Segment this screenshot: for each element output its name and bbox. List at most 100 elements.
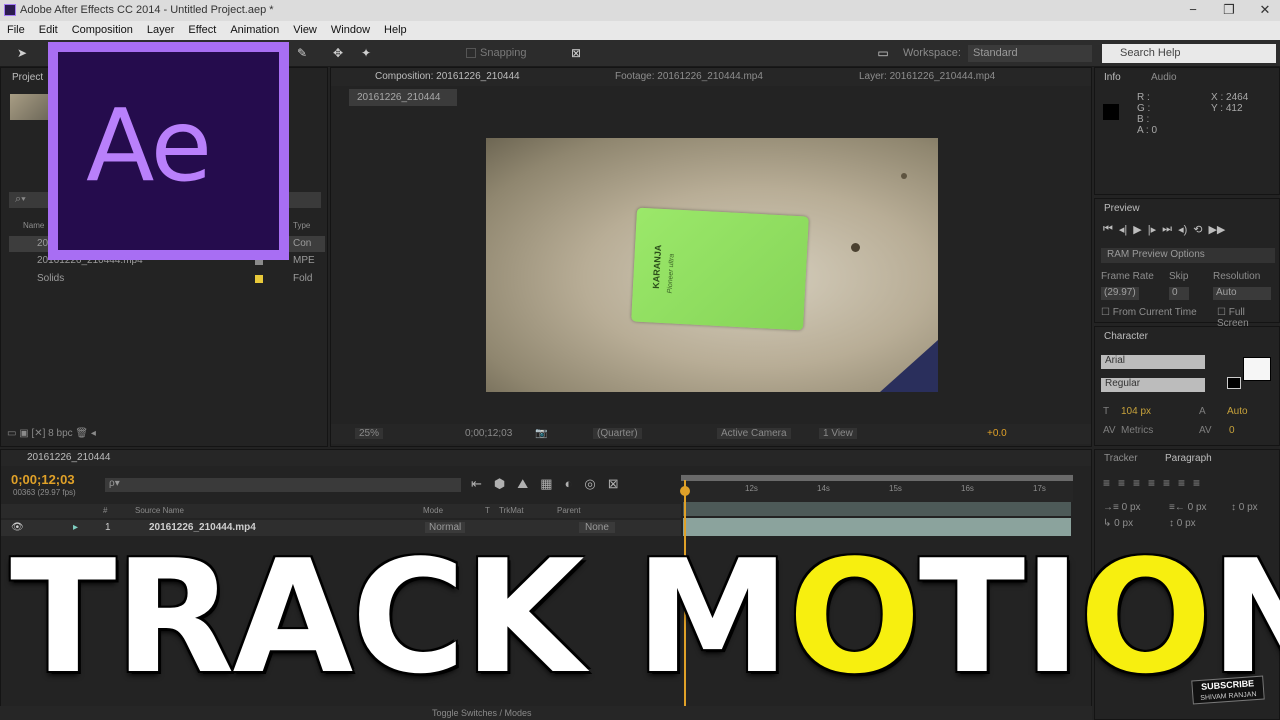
ruler-tick: 15s <box>889 484 902 493</box>
col-name-header[interactable]: Name <box>23 221 44 230</box>
menu-view[interactable]: View <box>286 21 324 40</box>
camera-select[interactable]: Active Camera <box>717 428 791 439</box>
brainstorm-icon[interactable]: ⊠ <box>608 476 619 492</box>
overlay-text-part: TI <box>918 526 1081 708</box>
tab-preview[interactable]: Preview <box>1104 203 1140 214</box>
audio-icon[interactable]: ◂) <box>1178 223 1187 236</box>
close-button[interactable]: ✕ <box>1256 2 1274 18</box>
indent-left-field[interactable]: →≡ 0 px <box>1103 502 1141 513</box>
app-icon <box>4 4 16 16</box>
tab-audio[interactable]: Audio <box>1151 72 1177 83</box>
shy-layers-icon[interactable]: ⛰ <box>517 476 528 492</box>
card-text: KARANJA <box>650 244 664 289</box>
tab-footage[interactable]: Footage: 20161226_210444.mp4 <box>615 71 763 82</box>
draft-3d-icon[interactable]: ⬢ <box>494 476 505 492</box>
timecode-display[interactable]: 0;00;12;03 <box>465 428 512 439</box>
indent-right-field[interactable]: ≡← 0 px <box>1169 502 1207 513</box>
timeline-timecode[interactable]: 0;00;12;03 <box>11 472 75 487</box>
menu-animation[interactable]: Animation <box>223 21 286 40</box>
play-icon[interactable]: ▶ <box>1133 223 1141 236</box>
tab-layer[interactable]: Layer: 20161226_210444.mp4 <box>859 71 995 82</box>
col-t: T <box>485 506 490 515</box>
search-help-input[interactable]: Search Help <box>1102 44 1276 63</box>
view-layout-select[interactable]: 1 View <box>819 428 857 439</box>
stroke-color-swatch[interactable] <box>1227 377 1241 389</box>
loop-icon[interactable]: ⟲ <box>1193 223 1202 236</box>
alignment-buttons[interactable]: ≡≡≡≡≡≡≡ <box>1103 476 1208 490</box>
floor-stain <box>851 243 860 252</box>
ram-preview-options-select[interactable]: RAM Preview Options <box>1101 248 1275 263</box>
tab-character[interactable]: Character <box>1104 331 1148 342</box>
menu-help[interactable]: Help <box>377 21 414 40</box>
col-trkmat[interactable]: TrkMat <box>499 506 524 515</box>
tab-composition[interactable]: Composition: 20161226_210444 <box>375 71 520 82</box>
snapshot-icon[interactable]: 📷 <box>535 428 547 439</box>
menu-window[interactable]: Window <box>324 21 377 40</box>
tab-tracker[interactable]: Tracker <box>1104 453 1138 464</box>
col-source-name[interactable]: Source Name <box>135 506 184 515</box>
skip-field[interactable]: 0 <box>1169 287 1189 300</box>
bpc-label[interactable]: 8 bpc <box>48 428 72 439</box>
prev-frame-icon[interactable]: ◂| <box>1119 223 1127 236</box>
frame-blending-icon[interactable]: ▦ <box>540 476 552 492</box>
exposure-value[interactable]: +0.0 <box>987 428 1007 439</box>
work-area-bar[interactable] <box>681 475 1073 481</box>
workspace-select[interactable]: Standard <box>968 45 1092 62</box>
timeline-search-input[interactable]: ρ▾ <box>105 478 461 492</box>
font-family-select[interactable]: Arial <box>1101 355 1205 369</box>
font-size-icon: T <box>1103 406 1110 417</box>
timeline-switches: ⇤ ⬢ ⛰ ▦ ◐ ◎ ⊠ <box>471 476 619 492</box>
col-type-header[interactable]: Type <box>293 221 310 230</box>
selection-tool-icon[interactable]: ➤ <box>14 46 30 62</box>
last-frame-icon[interactable]: ⏭ <box>1162 223 1172 236</box>
tab-timeline[interactable]: 20161226_210444 <box>27 452 110 463</box>
tab-project[interactable]: Project <box>12 72 43 83</box>
menu-composition[interactable]: Composition <box>65 21 140 40</box>
ram-preview-icon[interactable]: ▶▶ <box>1208 223 1225 236</box>
project-item[interactable]: Solids Fold <box>9 271 325 287</box>
first-frame-icon[interactable]: ⏮ <box>1103 223 1113 236</box>
resolution-field[interactable]: Auto <box>1213 287 1271 300</box>
menu-layer[interactable]: Layer <box>140 21 182 40</box>
space-before-field[interactable]: ↕ 0 px <box>1231 502 1258 513</box>
tab-info[interactable]: Info <box>1104 72 1121 83</box>
b-value: B : <box>1137 114 1150 125</box>
maximize-button[interactable]: ❐ <box>1220 2 1238 18</box>
zoom-select[interactable]: 25% <box>355 428 384 439</box>
col-mode[interactable]: Mode <box>423 506 443 515</box>
font-style-select[interactable]: Regular <box>1101 378 1205 392</box>
layer-duration-bar[interactable] <box>683 502 1071 516</box>
tab-paragraph[interactable]: Paragraph <box>1165 453 1212 464</box>
col-parent[interactable]: Parent <box>557 506 581 515</box>
frame-rate-field[interactable]: (29.97) <box>1101 287 1139 300</box>
tracking-icon: AV <box>1199 425 1212 436</box>
eraser-tool-icon[interactable]: ✎ <box>294 46 310 62</box>
snap-options-icon[interactable]: ⊠ <box>568 46 584 62</box>
resolution-select[interactable]: (Quarter) <box>593 428 642 439</box>
composition-viewer[interactable]: KARANJA Pioneer ultra <box>486 138 938 392</box>
font-size-value[interactable]: 104 px <box>1121 406 1151 417</box>
toggle-switches-modes-button[interactable]: Toggle Switches / Modes <box>432 708 532 718</box>
composition-breadcrumb[interactable]: 20161226_210444 <box>349 89 457 106</box>
composition-chip-label: 20161226_210444 <box>357 92 441 103</box>
puppet-tool-icon[interactable]: ✦ <box>358 46 374 62</box>
kerning-value[interactable]: Metrics <box>1121 425 1153 436</box>
next-frame-icon[interactable]: |▸ <box>1148 223 1156 236</box>
preview-panel: Preview ⏮ ◂| ▶ |▸ ⏭ ◂) ⟲ ▶▶ RAM Preview … <box>1094 198 1280 329</box>
comp-mini-flowchart-icon[interactable]: ⇤ <box>471 476 482 492</box>
motion-blur-icon[interactable]: ◐ <box>564 476 572 492</box>
subscribe-badge[interactable]: SUBSCRIBE SHIVAM RANJAN <box>1191 675 1265 705</box>
tracking-value[interactable]: 0 <box>1229 425 1235 436</box>
snapping-checkbox[interactable] <box>466 48 476 58</box>
minimize-button[interactable]: − <box>1184 2 1202 18</box>
search-help-placeholder: Search Help <box>1120 47 1181 59</box>
menu-effect[interactable]: Effect <box>181 21 223 40</box>
roto-brush-tool-icon[interactable]: ✥ <box>330 46 346 62</box>
fill-color-swatch[interactable] <box>1243 357 1271 381</box>
menu-file[interactable]: File <box>0 21 32 40</box>
menu-edit[interactable]: Edit <box>32 21 65 40</box>
composition-footer: 25% 0;00;12;03 📷 (Quarter) Active Camera… <box>331 424 1091 444</box>
from-current-time-checkbox[interactable]: ☐ From Current Time <box>1101 307 1197 318</box>
graph-editor-icon[interactable]: ◎ <box>584 476 595 492</box>
leading-value[interactable]: Auto <box>1227 406 1248 417</box>
